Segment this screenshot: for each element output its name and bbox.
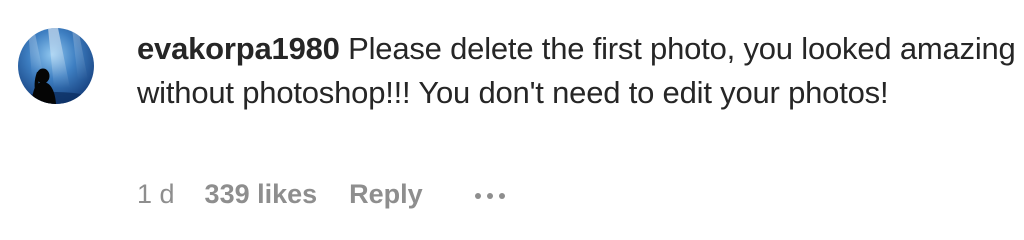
comment-timestamp: 1 d [137,178,175,209]
comment: evakorpa1980 Please delete the first pho… [0,0,1024,240]
comment-meta: 1 d 339 likes Reply [137,174,505,214]
comment-text-block: evakorpa1980 Please delete the first pho… [137,27,1017,115]
comment-body: evakorpa1980 Please delete the first pho… [137,27,1017,115]
ellipsis-icon[interactable] [474,189,505,199]
username-link[interactable]: evakorpa1980 [137,31,340,66]
ellipsis-dot [486,193,493,199]
ellipsis-dot [474,193,481,199]
likes-count-button[interactable]: 339 likes [205,179,318,210]
avatar[interactable] [18,28,94,104]
ellipsis-dot [498,193,505,199]
avatar-image [18,28,94,104]
reply-button[interactable]: Reply [349,179,423,210]
